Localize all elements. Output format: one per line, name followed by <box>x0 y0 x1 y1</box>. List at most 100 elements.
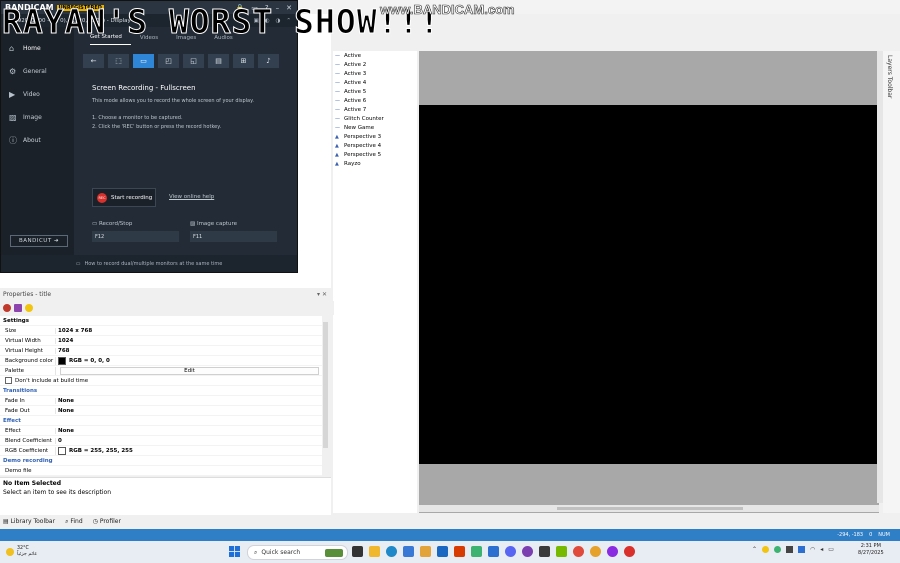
status-bar: -294, -183 0 NUM <box>0 529 900 541</box>
description-pane: No Item Selected Select an item to see i… <box>0 477 331 515</box>
list-item[interactable]: — Active <box>333 51 417 60</box>
tray-app-icon[interactable] <box>762 546 770 553</box>
office-icon[interactable] <box>454 546 465 557</box>
property-value-text: 1024 <box>58 337 74 344</box>
sidebar-item-image[interactable]: ▨ Image <box>1 106 74 129</box>
list-item[interactable]: — Active 5 <box>333 87 417 96</box>
game-icon[interactable] <box>522 546 533 557</box>
list-item[interactable]: ▲ Rayzo <box>333 159 417 168</box>
color-swatch[interactable] <box>58 356 66 365</box>
start-recording-button[interactable]: REC Start recording <box>92 188 156 207</box>
events-icon[interactable] <box>14 304 22 312</box>
bandicut-button[interactable]: BANDICUT ➜ <box>10 235 68 247</box>
property-button-cell[interactable]: Edit <box>55 366 322 375</box>
sidebar-item-video[interactable]: ▶ Video <box>1 83 74 106</box>
phone-link-icon[interactable] <box>488 546 499 557</box>
taskbar-clock[interactable]: 2:31 PM 8/27/2025 <box>858 543 884 557</box>
sidebar-item-general[interactable]: ⚙ General <box>1 60 74 83</box>
audio-mode-icon[interactable]: ♪ <box>258 54 279 68</box>
layers-toolbar-label[interactable]: Layers Toolbar <box>886 55 893 98</box>
tab-library-toolbar[interactable]: ▤ Library Toolbar <box>3 518 55 525</box>
battery-icon[interactable]: ▭ <box>828 546 834 553</box>
room-canvas[interactable] <box>419 105 879 464</box>
property-name: Fade Out <box>5 407 30 414</box>
nvidia-icon[interactable] <box>556 546 567 557</box>
window-mode-icon[interactable]: ◱ <box>183 54 204 68</box>
property-value[interactable]: RGB = 255, 255, 255 <box>55 446 322 455</box>
list-item[interactable]: ▲ Perspective 3 <box>333 132 417 141</box>
property-value-text: None <box>58 427 75 434</box>
tray-app-icon[interactable] <box>774 546 782 553</box>
volume-icon[interactable]: ◂ <box>820 546 823 553</box>
list-item[interactable]: — Active 2 <box>333 60 417 69</box>
file-explorer-icon[interactable] <box>369 546 380 557</box>
property-value[interactable]: RGB = 0, 0, 0 <box>55 356 322 365</box>
color-swatch[interactable] <box>58 446 66 455</box>
around-mouse-icon[interactable]: ◰ <box>158 54 179 68</box>
pin-icon[interactable]: ▾ ✕ <box>317 291 327 298</box>
property-value[interactable]: None <box>55 407 322 414</box>
room-icon: — <box>335 106 340 113</box>
property-value-text: 768 <box>58 347 70 354</box>
store-icon[interactable] <box>403 546 414 557</box>
bandicam-record-icon[interactable] <box>624 546 635 557</box>
list-item[interactable]: ▲ Perspective 5 <box>333 150 417 159</box>
edge-icon[interactable] <box>386 546 397 557</box>
online-help-link[interactable]: View online help <box>169 194 214 200</box>
app-icon[interactable] <box>420 546 431 557</box>
task-view-icon[interactable] <box>352 546 363 557</box>
wifi-icon[interactable]: ◠ <box>810 546 815 553</box>
property-name: Don't include at build time <box>15 377 89 384</box>
sidebar-item-about[interactable]: ⓘ About <box>1 129 74 152</box>
properties-scroll-thumb[interactable] <box>323 322 328 448</box>
list-item[interactable]: — Active 4 <box>333 78 417 87</box>
taskbar-search[interactable]: ⌕ Quick search <box>247 545 348 560</box>
rectangle-mode-icon[interactable]: ⬚ <box>108 54 129 68</box>
property-value[interactable]: 0 <box>55 437 322 444</box>
device-mode-icon[interactable]: ▤ <box>208 54 229 68</box>
back-arrow-icon[interactable]: ← <box>83 54 104 68</box>
gamemaker-icon[interactable] <box>539 546 550 557</box>
bandicam-footer[interactable]: ▭ How to record dual/multiple monitors a… <box>1 255 297 272</box>
property-value[interactable]: None <box>55 397 322 404</box>
property-value[interactable]: 1024 <box>55 337 322 344</box>
tray-app-icon[interactable] <box>798 546 806 553</box>
chrome-icon[interactable] <box>573 546 584 557</box>
fullscreen-mode-icon[interactable]: ▭ <box>133 54 154 68</box>
chrome-canary-icon[interactable] <box>590 546 601 557</box>
list-item[interactable]: — Glitch Counter <box>333 114 417 123</box>
windows-start-icon[interactable] <box>229 546 240 557</box>
scrollbar-thumb[interactable] <box>557 507 743 510</box>
gamemaker2-icon[interactable] <box>607 546 618 557</box>
discord-icon[interactable] <box>505 546 516 557</box>
property-edit-button[interactable]: Edit <box>60 366 319 375</box>
weather-widget[interactable]: 32°C غائم جزئياً <box>6 546 37 558</box>
property-value[interactable]: None <box>55 427 322 434</box>
list-item[interactable]: — Active 3 <box>333 69 417 78</box>
property-value[interactable]: 1024 x 768 <box>55 327 322 334</box>
chevron-up-icon[interactable]: ⌃ <box>752 546 757 553</box>
paint-icon[interactable] <box>471 546 482 557</box>
list-item-label: Active 3 <box>344 70 367 77</box>
property-value[interactable]: 768 <box>55 347 322 354</box>
mode-selector: ← ⬚ ▭ ◰ ◱ ▤ ⊞ ♪ <box>83 54 297 68</box>
property-name: Blend Coefficient <box>5 437 52 444</box>
game-mode-icon[interactable]: ⊞ <box>233 54 254 68</box>
list-item[interactable]: ▲ Perspective 4 <box>333 141 417 150</box>
list-item[interactable]: — New Game <box>333 123 417 132</box>
monitor-icon: ▭ <box>75 260 81 267</box>
list-item[interactable]: — Active 7 <box>333 105 417 114</box>
list-item[interactable]: — Active 6 <box>333 96 417 105</box>
checkbox[interactable] <box>5 377 12 384</box>
outlook-icon[interactable] <box>437 546 448 557</box>
warning-icon[interactable] <box>25 304 33 312</box>
tab-profiler[interactable]: ◷ Profiler <box>93 518 121 525</box>
gear-icon[interactable] <box>3 304 11 312</box>
list-item-label: Active 2 <box>344 61 367 68</box>
image-hotkey-field[interactable]: F11 <box>190 231 277 242</box>
list-item-label: Active 7 <box>344 106 367 113</box>
tray-app-icon[interactable] <box>786 546 794 553</box>
record-hotkey-field[interactable]: F12 <box>92 231 179 242</box>
tab-find[interactable]: ⌕ Find <box>65 518 83 526</box>
horizontal-scrollbar[interactable] <box>419 505 879 512</box>
